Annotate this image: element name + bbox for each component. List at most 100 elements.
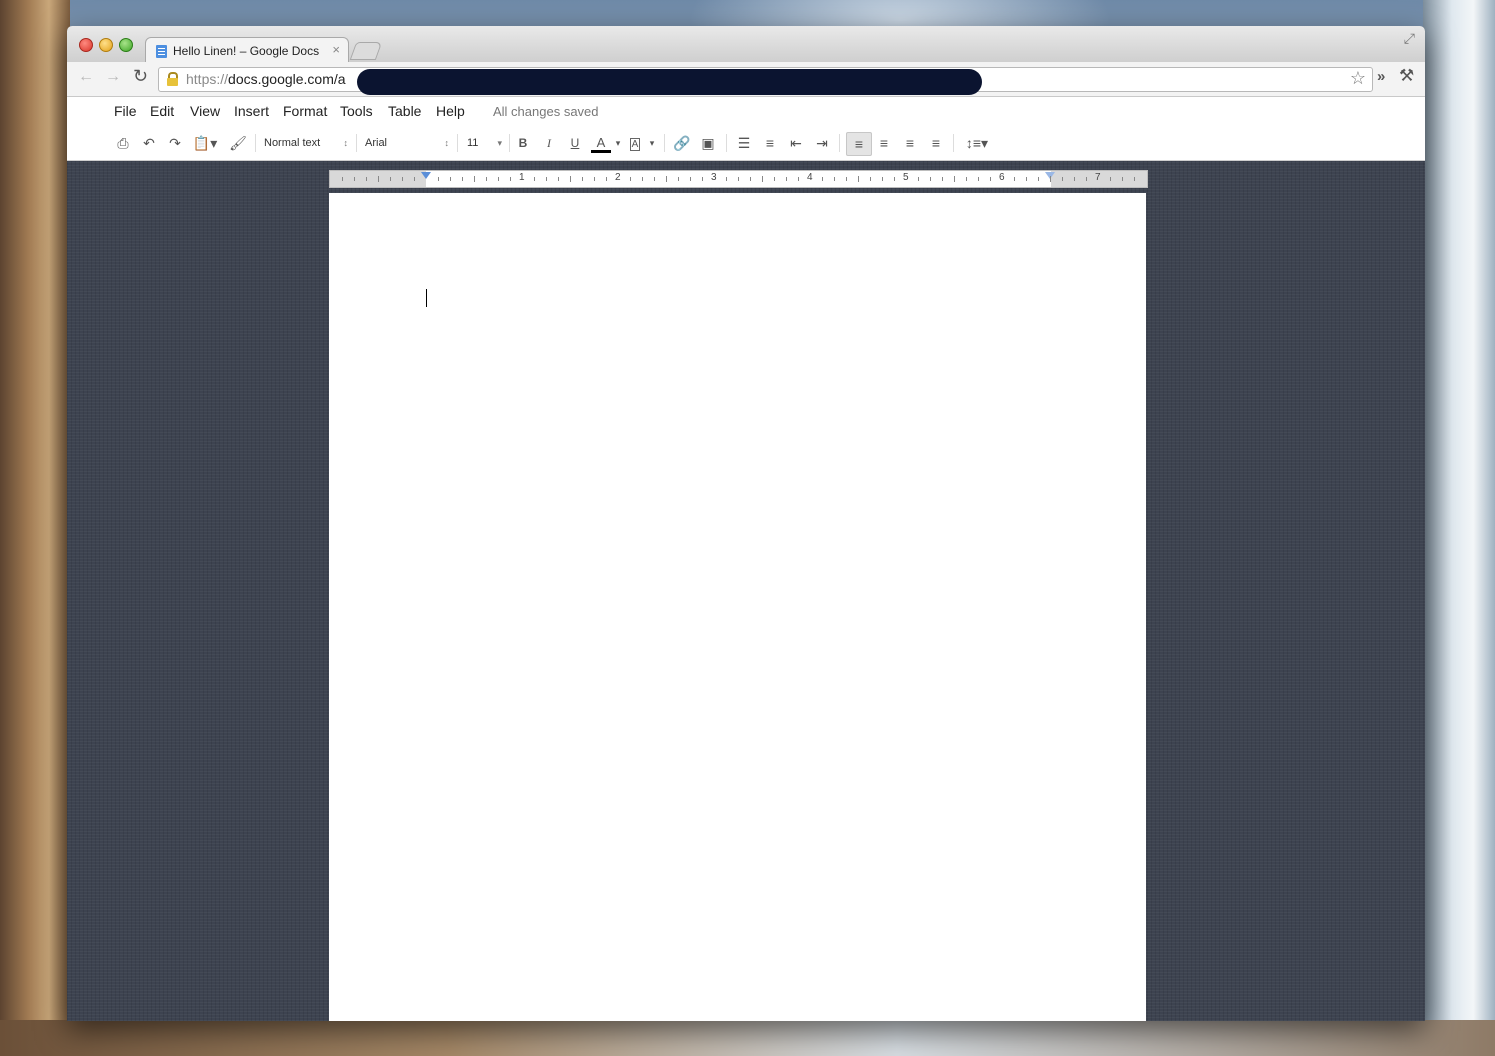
italic-button[interactable]: I <box>538 132 560 154</box>
menu-tools[interactable]: Tools <box>340 103 373 119</box>
ruler-tick <box>738 177 739 181</box>
bold-button[interactable]: B <box>512 132 534 154</box>
font-size-select[interactable]: 11 ▾ <box>467 132 502 154</box>
font-size-value: 11 <box>467 137 479 149</box>
ruler[interactable]: 1 2 3 4 5 6 7 <box>329 170 1148 188</box>
bulleted-list-icon[interactable]: ≡ <box>759 132 781 154</box>
menu-format[interactable]: Format <box>283 103 327 119</box>
new-tab-button[interactable] <box>349 42 383 60</box>
ruler-tick <box>414 177 415 181</box>
link-icon[interactable]: 🔗 <box>671 132 693 154</box>
ruler-tick <box>762 176 763 182</box>
select-arrows-icon: ↕ <box>343 138 349 148</box>
wrench-menu-icon[interactable]: ⚒ <box>1399 66 1414 86</box>
tab-close-icon[interactable]: × <box>332 42 340 57</box>
ruler-tick <box>462 177 463 181</box>
numbered-list-icon[interactable]: ☰ <box>733 132 755 154</box>
reload-button[interactable]: ↻ <box>133 66 148 87</box>
navigation-bar: ← → ↻ https://docs.google.com/a ☆ » ⚒ <box>67 62 1425 97</box>
ruler-tick <box>702 177 703 181</box>
paste-icon[interactable]: 📋▾ <box>190 132 220 154</box>
select-arrows-icon: ↕ <box>444 138 450 148</box>
ruler-tick <box>654 177 655 181</box>
underline-button[interactable]: U <box>564 132 586 154</box>
ruler-tick <box>990 177 991 181</box>
ruler-tick <box>570 176 571 182</box>
align-right-icon[interactable]: ≡ <box>899 132 921 154</box>
ruler-tick <box>558 177 559 181</box>
paragraph-style-value: Normal text <box>264 137 321 149</box>
url-scheme: https:// <box>186 71 229 87</box>
toolbar-separator <box>457 134 458 152</box>
ruler-tick <box>594 177 595 181</box>
address-bar[interactable]: https://docs.google.com/a ☆ <box>158 67 1373 95</box>
forward-button[interactable]: → <box>105 68 121 86</box>
line-spacing-icon[interactable]: ↕≡▾ <box>960 132 994 154</box>
browser-tab[interactable]: Hello Linen! – Google Docs × <box>145 37 349 65</box>
minimize-window-button[interactable] <box>99 38 113 52</box>
paint-format-icon[interactable]: 🖌 <box>227 132 249 154</box>
ruler-tick <box>930 177 931 181</box>
ruler-tick <box>390 177 391 181</box>
menu-file[interactable]: File <box>114 103 137 119</box>
ruler-tick <box>822 177 823 181</box>
maximize-window-button[interactable] <box>119 38 133 52</box>
lock-icon <box>167 72 178 86</box>
menu-table[interactable]: Table <box>388 103 421 119</box>
print-icon[interactable]: ⎙ <box>112 132 134 154</box>
menu-insert[interactable]: Insert <box>234 103 269 119</box>
ruler-tick <box>378 176 379 182</box>
ruler-tick <box>1062 177 1063 181</box>
highlight-color-button[interactable]: A <box>624 132 646 154</box>
insert-image-icon[interactable]: ▣ <box>697 132 719 154</box>
ruler-tick <box>642 177 643 181</box>
ruler-tick <box>894 177 895 181</box>
ruler-tick <box>834 177 835 181</box>
ruler-tick <box>498 177 499 181</box>
bookmark-star-icon[interactable]: ☆ <box>1350 68 1366 89</box>
ruler-tick <box>450 177 451 181</box>
ruler-tick <box>966 177 967 181</box>
save-status: All changes saved <box>493 104 599 119</box>
text-color-button[interactable]: A <box>589 132 613 154</box>
paragraph-style-select[interactable]: Normal text ↕ <box>264 132 348 154</box>
increase-indent-icon[interactable]: ⇥ <box>811 132 833 154</box>
chevron-down-icon[interactable]: ▾ <box>647 132 657 154</box>
text-color-swatch <box>591 150 611 153</box>
ruler-tick <box>510 177 511 181</box>
fullscreen-icon[interactable]: ⤢ <box>1404 30 1415 47</box>
ruler-number: 5 <box>903 172 909 183</box>
left-indent-marker[interactable] <box>421 172 431 179</box>
ruler-tick <box>918 177 919 181</box>
font-family-select[interactable]: Arial ↕ <box>365 132 449 154</box>
text-cursor <box>426 289 427 307</box>
justify-icon[interactable]: ≡ <box>925 132 947 154</box>
close-window-button[interactable] <box>79 38 93 52</box>
undo-icon[interactable]: ↶ <box>138 132 160 154</box>
chevron-down-icon[interactable]: ▾ <box>613 132 623 154</box>
ruler-tick <box>882 177 883 181</box>
align-center-icon[interactable]: ≡ <box>873 132 895 154</box>
ruler-tick <box>630 177 631 181</box>
menu-view[interactable]: View <box>190 103 220 119</box>
menu-help[interactable]: Help <box>436 103 465 119</box>
ruler-tick <box>726 177 727 181</box>
title-bar: Hello Linen! – Google Docs × ⤢ <box>67 26 1425 65</box>
linen-canvas: 1 2 3 4 5 6 7 <box>67 161 1425 1021</box>
menu-edit[interactable]: Edit <box>150 103 174 119</box>
docs-menu-bar: File Edit View Insert Format Tools Table… <box>67 97 1425 126</box>
ruler-tick <box>1122 177 1123 181</box>
toolbar-separator <box>664 134 665 152</box>
ruler-tick <box>342 177 343 181</box>
ruler-tick <box>942 177 943 181</box>
ruler-number: 7 <box>1095 172 1101 183</box>
decrease-indent-icon[interactable]: ⇤ <box>785 132 807 154</box>
text-color-label: A <box>596 135 606 150</box>
document-page[interactable] <box>329 193 1146 1021</box>
back-button[interactable]: ← <box>78 68 94 86</box>
redo-icon[interactable]: ↷ <box>164 132 186 154</box>
toolbar-separator <box>356 134 357 152</box>
align-left-icon[interactable]: ≡ <box>846 132 872 156</box>
ruler-tick <box>438 177 439 181</box>
extensions-overflow-icon[interactable]: » <box>1377 68 1385 85</box>
